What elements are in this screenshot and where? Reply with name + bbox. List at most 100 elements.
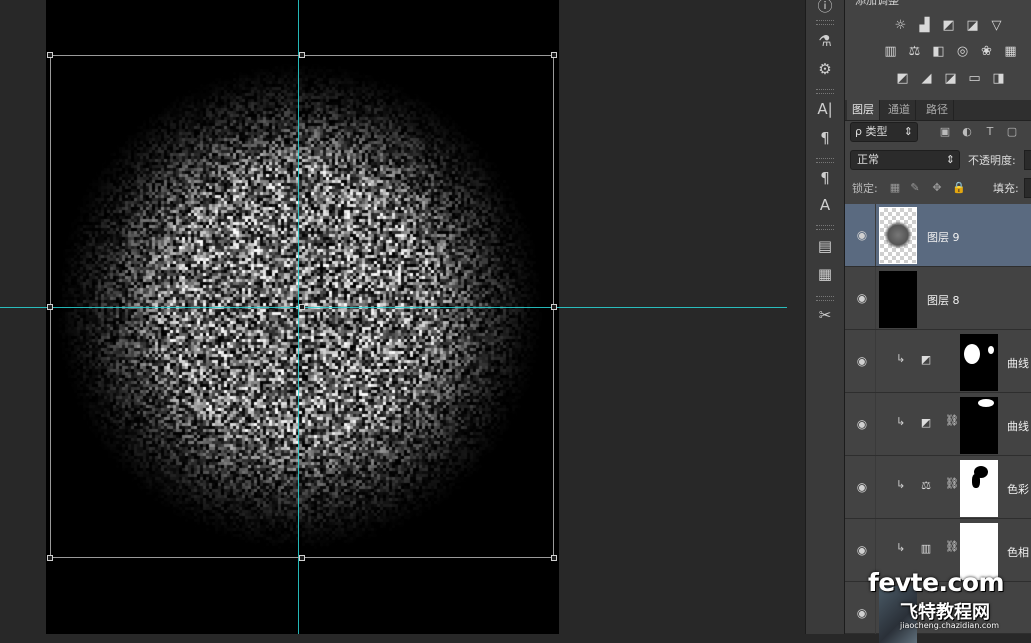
filter-kind-select[interactable]: ρ 类型 ⇕ <box>850 122 918 142</box>
layer-thumbnail <box>879 271 917 328</box>
channel-mixer-icon[interactable]: ❀ <box>977 42 996 61</box>
clipping-arrow-icon: ↳ <box>896 541 906 554</box>
adjustments-row-2: ▥ ⚖ ◧ ◎ ❀ ▦ <box>881 42 1020 61</box>
lock-pixels-icon[interactable]: ✎ <box>908 180 922 194</box>
info-icon[interactable]: ⓘ <box>814 0 836 16</box>
curves-icon: ◩ <box>920 352 932 366</box>
eye-icon[interactable]: ◉ <box>855 354 869 368</box>
brush-settings-icon[interactable]: ⚙ <box>814 58 836 80</box>
layer-row[interactable]: ◉ ↳ ⚖ ⛓ 色彩 <box>845 456 1031 519</box>
tools-icon[interactable]: ✂ <box>814 304 836 326</box>
adjustments-title: 添加调整 <box>855 0 899 7</box>
layer-name: 图层 9 <box>927 231 960 244</box>
character-styles-icon[interactable]: A <box>814 194 836 216</box>
layer-row[interactable]: ◉ ↳ ◩ ⛓ 曲线 <box>845 393 1031 456</box>
character-icon[interactable]: A| <box>814 98 836 120</box>
link-icon[interactable]: ⛓ <box>945 477 959 490</box>
tab-layers[interactable]: 图层 <box>847 100 880 120</box>
photo-filter-icon[interactable]: ◎ <box>953 42 972 61</box>
type-filter-icon[interactable]: T <box>983 124 997 138</box>
transform-handle-mr[interactable] <box>551 304 557 310</box>
canvas-area[interactable] <box>0 0 805 634</box>
pixel-filter-icon[interactable]: ▣ <box>938 124 952 138</box>
layer-name: 曲线 <box>1007 420 1029 433</box>
transform-handle-center[interactable] <box>299 304 305 310</box>
levels-icon[interactable]: ▟ <box>915 16 934 35</box>
layer-filter-row: ρ 类型 ⇕ ▣ ◐ T ▢ <box>850 122 1031 142</box>
transform-handle-tc[interactable] <box>299 52 305 58</box>
clipping-arrow-icon: ↳ <box>896 415 906 428</box>
dock-grip[interactable] <box>816 225 834 230</box>
shape-filter-icon[interactable]: ▢ <box>1005 124 1019 138</box>
layer-name: 色相 <box>1007 546 1029 559</box>
tab-channels[interactable]: 通道 <box>883 100 916 120</box>
color-lookup-icon[interactable]: ▦ <box>1001 42 1020 61</box>
adjustments-layers-panel: 添加调整 ☼ ▟ ◩ ◪ ▽ ▥ ⚖ ◧ ◎ ❀ ▦ ◩ ◢ ◪ ▭ ◨ 图层 … <box>845 0 1031 643</box>
color-balance-icon[interactable]: ⚖ <box>905 42 924 61</box>
link-icon[interactable]: ⛓ <box>945 540 959 553</box>
layer-row[interactable]: ◉ ↳ ◩ 曲线 <box>845 330 1031 393</box>
visibility-column: ◉ <box>845 330 876 392</box>
layer-row[interactable]: ◉ 图层 9 <box>845 204 1031 267</box>
layer-thumbnail <box>879 207 917 264</box>
transform-handle-br[interactable] <box>551 555 557 561</box>
transform-handle-bc[interactable] <box>299 555 305 561</box>
threshold-icon[interactable]: ◪ <box>941 69 960 88</box>
filter-kind-label: ρ 类型 <box>855 125 888 138</box>
dock-grip[interactable] <box>816 158 834 163</box>
eye-icon[interactable]: ◉ <box>855 291 869 305</box>
select-arrow-icon: ⇕ <box>903 125 913 138</box>
eye-icon[interactable]: ◉ <box>855 480 869 494</box>
lock-row: 锁定: ▦ ✎ ✥ 🔒 填充: <box>850 178 1031 198</box>
fill-field[interactable] <box>1024 178 1031 198</box>
black-white-icon[interactable]: ◧ <box>929 42 948 61</box>
tab-paths[interactable]: 路径 <box>921 100 954 120</box>
selective-color-icon[interactable]: ◨ <box>989 69 1008 88</box>
paragraph-icon[interactable]: ¶ <box>814 127 836 149</box>
visibility-column: ◉ <box>845 393 876 455</box>
eye-icon[interactable]: ◉ <box>855 606 869 620</box>
lock-transparency-icon[interactable]: ▦ <box>888 180 902 194</box>
adjustments-row-1: ☼ ▟ ◩ ◪ ▽ <box>891 16 1006 35</box>
lock-position-icon[interactable]: ✥ <box>930 180 944 194</box>
brush-preset-icon[interactable]: ⚗ <box>814 30 836 52</box>
gradient-map-icon[interactable]: ▭ <box>965 69 984 88</box>
opacity-field[interactable] <box>1024 150 1031 170</box>
adjustments-row-3: ◩ ◢ ◪ ▭ ◨ <box>893 69 1008 88</box>
posterize-icon[interactable]: ◢ <box>917 69 936 88</box>
paragraph-styles-icon[interactable]: ¶ <box>814 167 836 189</box>
layer-comps-icon[interactable]: ▤ <box>814 235 836 257</box>
hue-saturation-icon[interactable]: ▥ <box>881 42 900 61</box>
transform-handle-bl[interactable] <box>47 555 53 561</box>
blend-mode-select[interactable]: 正常 ⇕ <box>850 150 960 170</box>
vibrance-icon[interactable]: ▽ <box>987 16 1006 35</box>
transform-handle-ml[interactable] <box>47 304 53 310</box>
eye-icon[interactable]: ◉ <box>855 417 869 431</box>
dock-grip[interactable] <box>816 296 834 301</box>
eye-icon[interactable]: ◉ <box>855 228 869 242</box>
eye-icon[interactable]: ◉ <box>855 543 869 557</box>
notes-icon[interactable]: ▦ <box>814 263 836 285</box>
lock-label: 锁定: <box>852 182 878 195</box>
curves-icon[interactable]: ◩ <box>939 16 958 35</box>
adjustment-filter-icon[interactable]: ◐ <box>960 124 974 138</box>
transform-handle-tr[interactable] <box>551 52 557 58</box>
layer-row[interactable]: ◉ 图层 8 <box>845 267 1031 330</box>
color-balance-icon: ⚖ <box>921 478 931 492</box>
lock-all-icon[interactable]: 🔒 <box>952 180 966 194</box>
dock-grip[interactable] <box>816 20 834 25</box>
select-arrow-icon: ⇕ <box>945 153 955 166</box>
transform-handle-tl[interactable] <box>47 52 53 58</box>
panel-dock-strip: ⓘ ⚗ ⚙ A| ¶ ¶ A ▤ ▦ ✂ <box>805 0 845 634</box>
dock-grip[interactable] <box>816 89 834 94</box>
mask-thumbnail <box>960 334 998 391</box>
link-icon[interactable]: ⛓ <box>945 414 959 427</box>
layer-name: 图层 8 <box>927 294 960 307</box>
layer-name: 曲线 <box>1007 357 1029 370</box>
mask-thumbnail <box>960 397 998 454</box>
clipping-arrow-icon: ↳ <box>896 352 906 365</box>
exposure-icon[interactable]: ◪ <box>963 16 982 35</box>
brightness-contrast-icon[interactable]: ☼ <box>891 16 910 35</box>
watermark-url: jiaocheng.chazidian.com <box>900 621 1000 630</box>
invert-icon[interactable]: ◩ <box>893 69 912 88</box>
